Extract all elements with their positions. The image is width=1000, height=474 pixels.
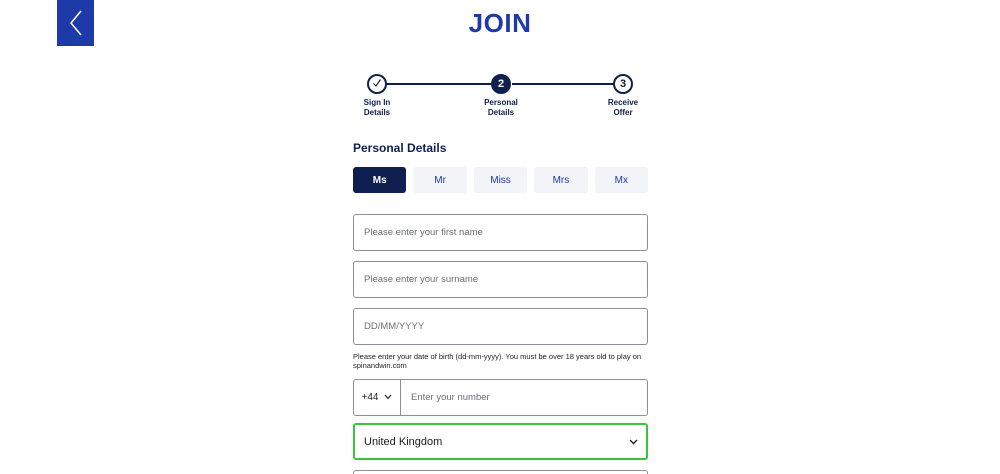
step-3-label: Receive Offer	[588, 98, 658, 118]
title-option-mrs[interactable]: Mrs	[534, 167, 588, 193]
chevron-down-icon	[629, 436, 638, 448]
date-of-birth-input[interactable]	[354, 309, 647, 344]
dob-field-wrapper	[353, 308, 648, 345]
country-code-value: +44	[361, 392, 379, 403]
step-2-label-line1: Personal	[484, 98, 518, 107]
section-heading: Personal Details	[353, 141, 447, 155]
step-1-label-line1: Sign In	[363, 98, 391, 107]
country-code-select[interactable]: +44	[354, 380, 401, 415]
step-3-label-line1: Receive	[607, 98, 639, 107]
check-icon	[372, 78, 382, 91]
progress-stepper: 2 3 Sign In Details Personal Details Rec…	[353, 73, 648, 123]
step-3-indicator: 3	[613, 74, 633, 94]
first-name-input[interactable]	[354, 215, 647, 250]
title-option-miss[interactable]: Miss	[473, 167, 528, 193]
country-select[interactable]: United Kingdom	[353, 423, 648, 460]
step-connector	[386, 83, 492, 85]
page-title: JOIN	[468, 8, 532, 38]
title-selector: Ms Mr Miss Mrs Mx	[353, 167, 649, 193]
country-select-value: United Kingdom	[364, 435, 443, 448]
step-1-label-line2: Details	[363, 108, 391, 117]
surname-input[interactable]	[354, 262, 647, 297]
phone-field: +44	[353, 379, 648, 416]
title-option-mr[interactable]: Mr	[413, 167, 467, 193]
step-2-indicator: 2	[491, 74, 511, 94]
join-page: JOIN 2 3 Sign In Details Personal Detail…	[0, 0, 1000, 474]
phone-number-input[interactable]	[401, 380, 647, 415]
chevron-down-icon	[384, 392, 392, 403]
step-2-label-line2: Details	[487, 108, 515, 117]
surname-field-wrapper	[353, 261, 648, 298]
step-3-label-line2: Offer	[613, 108, 633, 117]
title-option-mx[interactable]: Mx	[594, 167, 649, 193]
step-1-label: Sign In Details	[342, 98, 412, 118]
step-1-complete-indicator	[367, 74, 387, 94]
dob-hint: Please enter your date of birth (dd-mm-y…	[353, 352, 642, 370]
step-2-label: Personal Details	[466, 98, 536, 118]
title-option-ms[interactable]: Ms	[353, 167, 407, 193]
next-field-partial[interactable]	[353, 470, 648, 474]
first-name-field-wrapper	[353, 214, 648, 251]
step-connector	[512, 83, 615, 85]
